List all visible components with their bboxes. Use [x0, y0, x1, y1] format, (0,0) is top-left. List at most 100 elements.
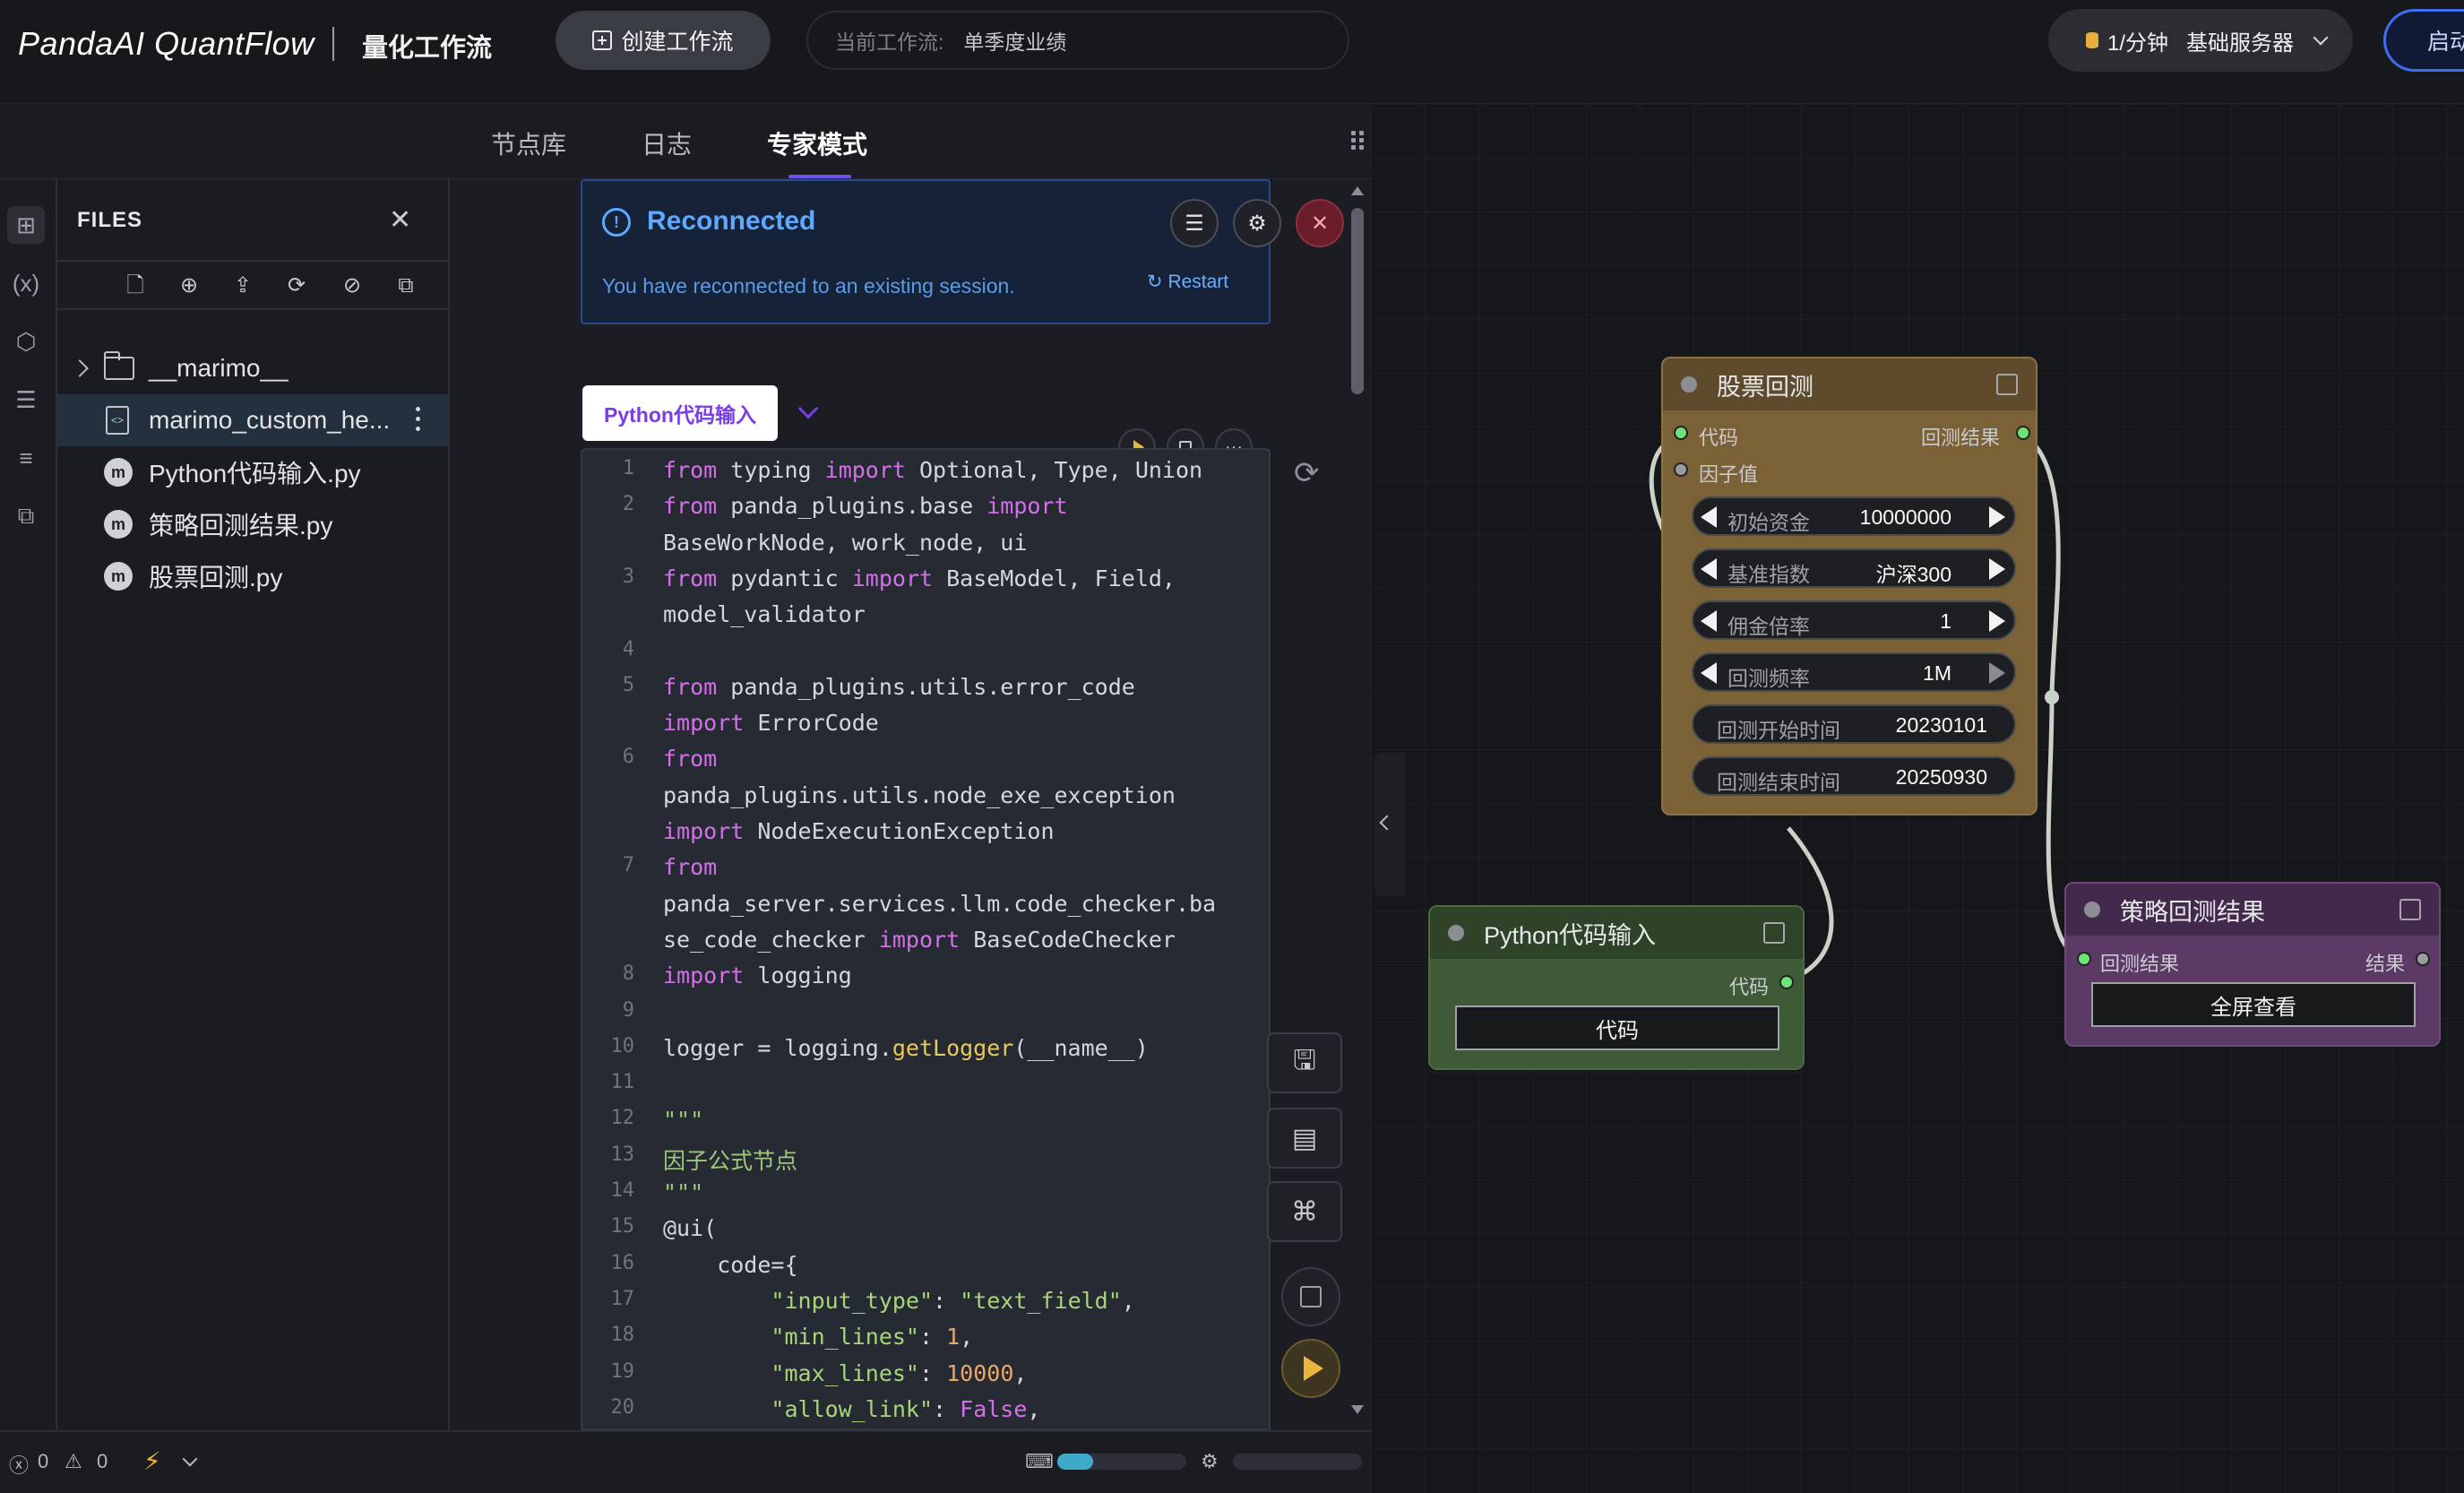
- port-label: 回测结果: [1921, 427, 2001, 449]
- brand-divider: [332, 27, 334, 61]
- param-start-date[interactable]: 回测开始时间 20230101: [1692, 704, 2016, 744]
- line-text: import NodeExecutionException: [663, 818, 1055, 844]
- restart-button[interactable]: ↻ Restart: [1147, 271, 1228, 293]
- edit-icon[interactable]: [2399, 899, 2421, 920]
- param-frequency[interactable]: 回测频率 1M: [1692, 652, 2016, 692]
- create-workflow-label: 创建工作流: [621, 30, 734, 55]
- new-file-icon[interactable]: 🗋: [122, 272, 149, 299]
- port-output-result[interactable]: [2016, 426, 2030, 440]
- dependency-graph-icon[interactable]: ⧉: [7, 497, 45, 535]
- scrollbar-thumb[interactable]: [1351, 208, 1364, 394]
- current-workflow-field[interactable]: 当前工作流: 单季度业绩: [806, 11, 1349, 70]
- file-item[interactable]: m 股票回测.py: [57, 550, 448, 602]
- line-number: 4: [622, 637, 634, 660]
- line-text: "min_lines": 1,: [771, 1324, 974, 1351]
- param-commission[interactable]: 佣金倍率 1: [1692, 600, 2016, 640]
- close-session-icon[interactable]: ✕: [1296, 199, 1344, 247]
- code-button[interactable]: 代码: [1455, 1005, 1779, 1050]
- increment-arrow-icon[interactable]: [1989, 506, 2005, 528]
- command-icon[interactable]: ⌘: [1267, 1181, 1342, 1242]
- upload-icon[interactable]: ⇪: [229, 272, 256, 299]
- port-input-factor[interactable]: [1674, 462, 1688, 477]
- param-value: 20250930: [1895, 765, 1987, 789]
- port-input-code[interactable]: [1674, 426, 1688, 440]
- create-workflow-button[interactable]: 创建工作流: [556, 11, 771, 70]
- decrement-arrow-icon[interactable]: [1701, 506, 1717, 528]
- cell-name-tag[interactable]: Python代码输入: [582, 385, 778, 441]
- node-python-code-input[interactable]: Python代码输入 代码 代码: [1428, 905, 1805, 1070]
- outline-icon[interactable]: ☰: [7, 381, 45, 419]
- refresh-icon[interactable]: ⟳: [283, 272, 310, 299]
- port-input-result[interactable]: [2077, 952, 2091, 966]
- drag-handle-icon[interactable]: [1351, 131, 1366, 151]
- param-value: 10000000: [1859, 505, 1951, 529]
- top-bar: PandaAI QuantFlow 量化工作流 创建工作流 当前工作流: 单季度…: [0, 0, 2464, 104]
- stop-all-icon[interactable]: [1281, 1267, 1340, 1326]
- run-all-icon[interactable]: [1281, 1339, 1340, 1398]
- line-text: from panda_plugins.utils.error_code: [663, 673, 1135, 700]
- server-select[interactable]: 1/分钟 基础服务器: [2048, 9, 2353, 72]
- node-strategy-result[interactable]: 策略回测结果 回测结果 结果 全屏查看: [2064, 882, 2441, 1047]
- status-bar: ⓧ 0 ⚠ 0 ⚡ ⌨ ⚙: [0, 1430, 1371, 1493]
- file-item[interactable]: <> marimo_custom_he...: [57, 394, 448, 446]
- file-item[interactable]: m Python代码输入.py: [57, 446, 448, 498]
- line-text: from: [663, 854, 718, 881]
- line-text: """: [663, 1107, 704, 1134]
- increment-arrow-icon[interactable]: [1989, 558, 2005, 580]
- line-text: from pydantic import BaseModel, Field,: [663, 565, 1176, 591]
- refresh-cell-icon[interactable]: ⟳: [1294, 455, 1320, 491]
- increment-arrow-icon[interactable]: [1989, 610, 2005, 632]
- settings-gear-icon[interactable]: ⚙: [1233, 199, 1281, 247]
- line-number: 14: [610, 1179, 635, 1202]
- edit-icon[interactable]: [1763, 922, 1785, 944]
- line-text: panda_server.services.llm.code_checker.b…: [663, 890, 1217, 917]
- scroll-down-icon[interactable]: [1351, 1405, 1364, 1414]
- lightning-icon[interactable]: ⚡: [143, 1446, 161, 1476]
- warning-icon[interactable]: ⚠: [65, 1450, 82, 1473]
- node-header[interactable]: 策略回测结果: [2066, 884, 2439, 936]
- error-icon[interactable]: ⓧ: [9, 1450, 29, 1479]
- edit-icon[interactable]: [1996, 374, 2018, 395]
- file-name: 策略回测结果.py: [149, 512, 333, 539]
- new-folder-icon[interactable]: ⊕: [176, 272, 202, 299]
- file-tree-icon[interactable]: ⊞: [7, 206, 45, 244]
- node-header[interactable]: Python代码输入: [1430, 907, 1803, 959]
- tab-expert-mode[interactable]: 专家模式: [767, 125, 867, 161]
- increment-arrow-icon[interactable]: [1989, 662, 2005, 684]
- more-vertical-icon[interactable]: [416, 407, 421, 434]
- decrement-arrow-icon[interactable]: [1701, 662, 1717, 684]
- collapse-all-icon[interactable]: ⧉: [392, 272, 419, 299]
- port-output-result[interactable]: [2416, 952, 2430, 966]
- tab-logs[interactable]: 日志: [642, 125, 692, 161]
- search-list-icon[interactable]: ≡: [7, 439, 45, 477]
- menu-icon[interactable]: ☰: [1170, 199, 1219, 247]
- decrement-arrow-icon[interactable]: [1701, 610, 1717, 632]
- layout-icon[interactable]: ▤: [1267, 1108, 1342, 1169]
- variables-icon[interactable]: (x): [7, 264, 45, 302]
- fullscreen-view-button[interactable]: 全屏查看: [2091, 982, 2416, 1027]
- port-output-code[interactable]: [1779, 975, 1794, 989]
- save-icon[interactable]: 🖫: [1267, 1032, 1342, 1093]
- hide-icon[interactable]: ⊘: [339, 272, 366, 299]
- param-benchmark[interactable]: 基准指数 沪深300: [1692, 548, 2016, 588]
- tab-node-library[interactable]: 节点库: [491, 125, 566, 161]
- chevron-down-icon[interactable]: [182, 1451, 198, 1467]
- line-number: 20: [610, 1395, 635, 1419]
- decrement-arrow-icon[interactable]: [1701, 558, 1717, 580]
- port-label: 因子值: [1699, 463, 1759, 486]
- param-end-date[interactable]: 回测结束时间 20250930: [1692, 756, 2016, 796]
- current-workflow-value: 单季度业绩: [963, 30, 1067, 54]
- node-stock-backtest[interactable]: 股票回测 代码 因子值 回测结果 初始资金 10000000 基准指数 沪深300 …: [1661, 357, 2038, 816]
- start-button[interactable]: 启动: [2383, 9, 2464, 72]
- param-initial-capital[interactable]: 初始资金 10000000: [1692, 496, 2016, 536]
- close-icon[interactable]: ✕: [389, 204, 411, 236]
- node-header[interactable]: 股票回测: [1663, 358, 2036, 410]
- package-icon[interactable]: ⬡: [7, 323, 45, 360]
- code-editor[interactable]: 1 from typing import Optional, Type, Unio…: [581, 448, 1271, 1430]
- collapse-panel-button[interactable]: [1374, 753, 1405, 896]
- folder-item[interactable]: __marimo__: [57, 342, 448, 394]
- file-item[interactable]: m 策略回测结果.py: [57, 498, 448, 550]
- chevron-left-icon: [1379, 815, 1395, 831]
- scroll-up-icon[interactable]: [1351, 186, 1364, 195]
- line-text: from typing import Optional, Type, Union: [663, 457, 1203, 483]
